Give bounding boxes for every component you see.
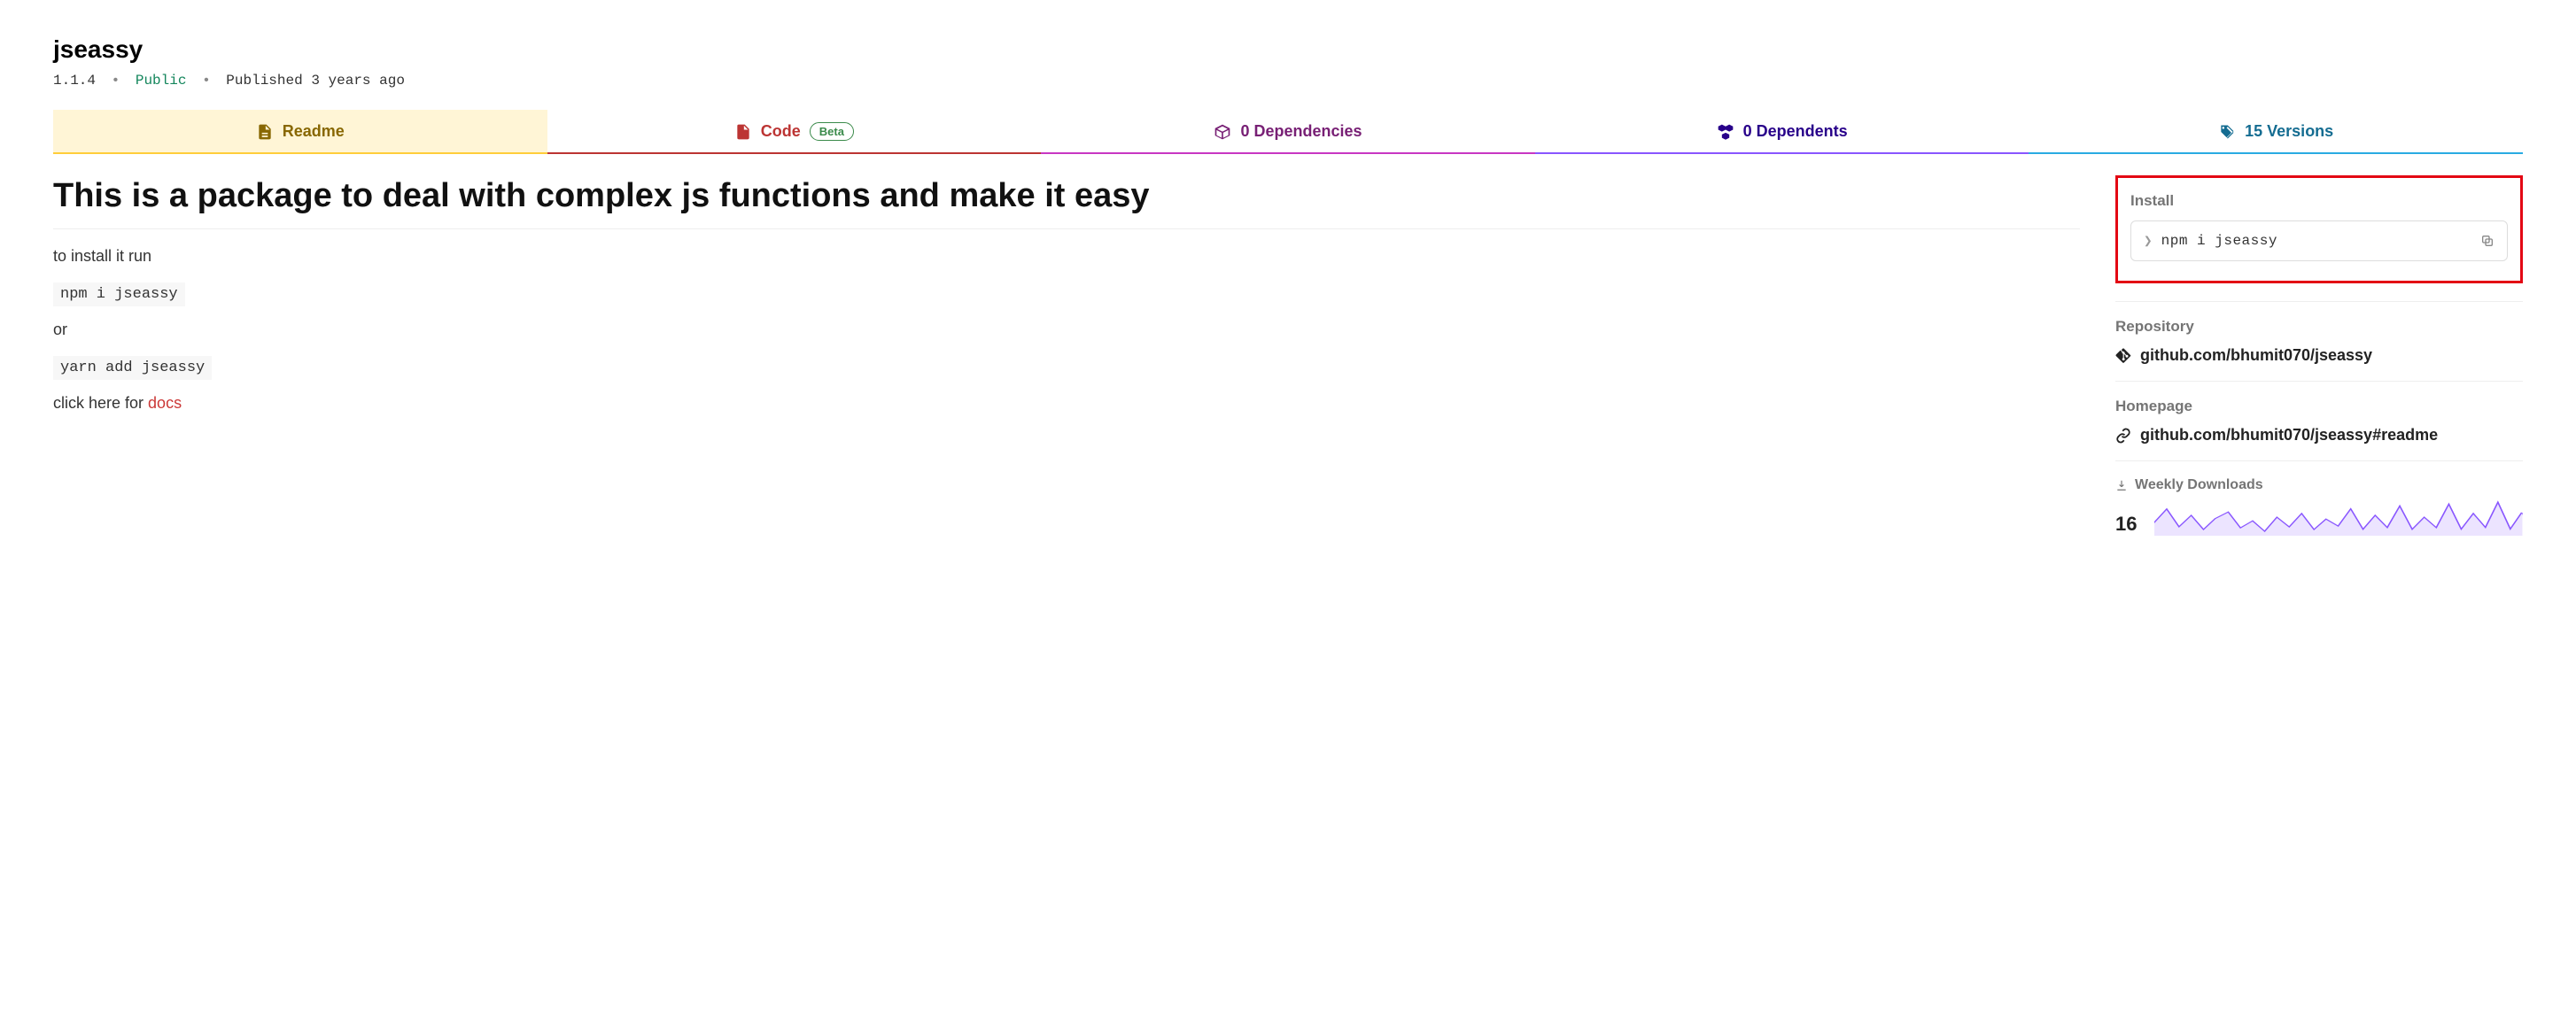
install-intro-text: to install it run: [53, 247, 2080, 266]
tab-versions-label: 15 Versions: [2245, 122, 2333, 141]
tab-code[interactable]: Code Beta: [547, 110, 1042, 153]
tab-dependents[interactable]: 0 Dependents: [1535, 110, 2029, 153]
boxes-icon: [1717, 123, 1734, 141]
or-text: or: [53, 321, 2080, 339]
install-panel-highlighted: Install ❯ npm i jseassy: [2115, 175, 2523, 283]
chevron-right-icon: ❯: [2144, 232, 2153, 250]
meta-separator: •: [202, 73, 211, 89]
download-icon: [2115, 479, 2128, 491]
published-time: 3 years ago: [311, 73, 405, 89]
docs-link[interactable]: docs: [148, 394, 182, 412]
code-file-icon: [734, 123, 752, 141]
tab-dependencies-label: 0 Dependencies: [1240, 122, 1362, 141]
install-command-yarn: yarn add jseassy: [53, 356, 212, 380]
tab-dependencies[interactable]: 0 Dependencies: [1041, 110, 1535, 153]
install-command-box[interactable]: ❯ npm i jseassy: [2130, 220, 2508, 261]
repository-link[interactable]: github.com/bhumit070/jseassy: [2140, 346, 2372, 365]
install-command-npm: npm i jseassy: [53, 282, 185, 306]
tab-versions[interactable]: 15 Versions: [2029, 110, 2523, 153]
tab-readme-label: Readme: [283, 122, 345, 141]
package-name: jseassy: [53, 35, 2523, 64]
downloads-section: Weekly Downloads 16: [2115, 460, 2523, 552]
tab-readme[interactable]: Readme: [53, 110, 547, 153]
file-icon: [256, 123, 274, 141]
docs-line: click here for docs: [53, 394, 2080, 413]
downloads-label: Weekly Downloads: [2135, 477, 2263, 493]
copy-icon[interactable]: [2480, 234, 2495, 248]
tags-icon: [2218, 123, 2236, 141]
package-visibility: Public: [136, 73, 187, 89]
homepage-section: Homepage github.com/bhumit070/jseassy#re…: [2115, 381, 2523, 460]
readme-content: This is a package to deal with complex j…: [53, 175, 2080, 552]
tab-dependents-label: 0 Dependents: [1743, 122, 1848, 141]
tabs-bar: Readme Code Beta 0 Dependencies 0 Depend…: [53, 110, 2523, 154]
meta-separator: •: [112, 73, 120, 89]
sidebar: Install ❯ npm i jseassy Repository githu…: [2115, 175, 2523, 552]
readme-title: This is a package to deal with complex j…: [53, 175, 2080, 229]
downloads-count: 16: [2115, 513, 2137, 536]
box-icon: [1214, 123, 1231, 141]
package-meta: 1.1.4 • Public • Published 3 years ago: [53, 73, 2523, 89]
published-label: Published: [226, 73, 302, 89]
downloads-sparkline: [2154, 497, 2523, 536]
homepage-link[interactable]: github.com/bhumit070/jseassy#readme: [2140, 426, 2438, 445]
git-icon: [2115, 348, 2131, 364]
install-command-text: npm i jseassy: [2161, 233, 2471, 249]
link-icon: [2115, 428, 2131, 444]
install-label: Install: [2130, 192, 2508, 210]
package-header: jseassy 1.1.4 • Public • Published 3 yea…: [53, 35, 2523, 89]
repository-label: Repository: [2115, 318, 2523, 336]
homepage-label: Homepage: [2115, 398, 2523, 415]
beta-badge: Beta: [810, 122, 854, 141]
docs-prefix: click here for: [53, 394, 148, 412]
tab-code-label: Code: [761, 122, 801, 141]
package-version: 1.1.4: [53, 73, 96, 89]
repository-section: Repository github.com/bhumit070/jseassy: [2115, 301, 2523, 381]
